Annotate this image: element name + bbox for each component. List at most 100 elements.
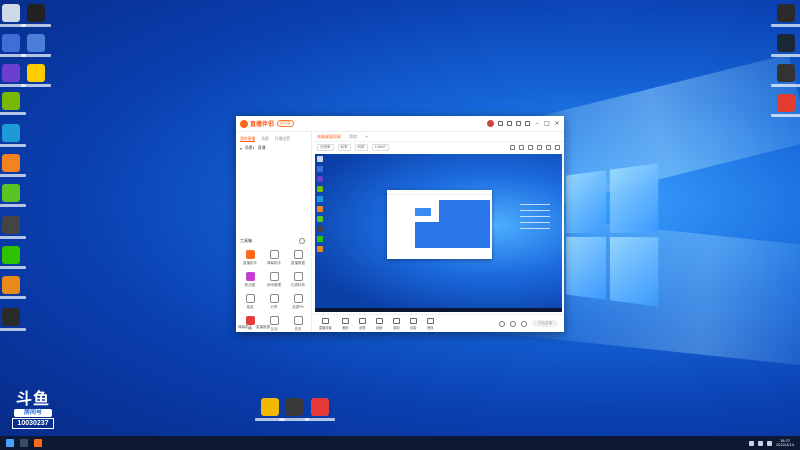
desktop-icon[interactable]: [279, 398, 309, 421]
volume-icon[interactable]: [758, 440, 764, 446]
tool-icon: [293, 272, 303, 281]
desktop-icon-label: [0, 112, 26, 115]
desktop-icon[interactable]: [0, 124, 26, 147]
toolbox-settings-icon[interactable]: [299, 238, 305, 244]
footer-right-link[interactable]: 直播数据: [256, 325, 270, 330]
sidebar-footer: 弹幕助手 直播数据: [238, 325, 270, 330]
volume-icon[interactable]: [499, 320, 505, 327]
windows-logo-wallpaper: [566, 163, 659, 307]
desktop-icon[interactable]: [0, 184, 26, 207]
desktop-icon[interactable]: [771, 34, 800, 57]
bottom-tool-icon: [392, 317, 400, 324]
desktop-icon[interactable]: [771, 64, 800, 87]
go-live-button[interactable]: 开始直播: [532, 320, 558, 327]
camera-icon[interactable]: [528, 144, 533, 150]
mic-icon[interactable]: [537, 144, 542, 150]
app-icon: [2, 64, 20, 82]
desktop-icon[interactable]: [21, 64, 51, 87]
tool-item[interactable]: 礼物特效: [286, 272, 310, 288]
start-icon[interactable]: [6, 439, 14, 447]
settings-icon[interactable]: [516, 121, 521, 126]
version-badge[interactable]: 官方版: [277, 120, 294, 127]
chat-icon[interactable]: [546, 144, 551, 150]
desktop-icon[interactable]: [771, 94, 800, 117]
share-icon[interactable]: [555, 144, 560, 150]
mic-toggle-icon[interactable]: [510, 320, 516, 327]
app-icon: [2, 276, 20, 294]
app-sidebar: 我的直播 场景 开播设置 ▾ 场景1 直播 工具箱 直播助手 弹幕助手 直播数据 粉丝…: [236, 132, 312, 332]
desktop-icon-label: [21, 54, 51, 57]
desktop-icon[interactable]: [21, 34, 51, 57]
stream-preview[interactable]: [315, 154, 562, 312]
info-chip[interactable]: 分辨率: [317, 143, 334, 151]
close-button[interactable]: ×: [554, 120, 560, 127]
footer-left-link[interactable]: 弹幕助手: [238, 325, 252, 330]
bottom-tool[interactable]: 音效: [426, 317, 434, 330]
info-chip[interactable]: 帧率: [337, 143, 351, 151]
network-icon[interactable]: [749, 440, 755, 446]
input-method-icon[interactable]: [767, 440, 773, 446]
tool-item[interactable]: 直播数据: [286, 250, 310, 266]
steam-icon[interactable]: [20, 439, 28, 447]
desktop-icon[interactable]: [305, 398, 335, 421]
bottom-tool[interactable]: 直播设置: [319, 317, 332, 330]
tool-item[interactable]: 抽奖: [238, 294, 262, 310]
tab-add[interactable]: 添加: [349, 134, 357, 140]
lock-icon[interactable]: [519, 144, 524, 150]
desktop-icon[interactable]: [0, 92, 26, 115]
bottom-tool[interactable]: 滤镜: [358, 317, 366, 330]
message-icon[interactable]: [507, 121, 512, 126]
bottom-tool[interactable]: 录制: [392, 317, 400, 330]
minimize-button[interactable]: –: [534, 120, 540, 127]
tool-item[interactable]: 粉丝团: [238, 272, 262, 288]
desktop-icon[interactable]: [0, 246, 26, 269]
bottom-tool-label: 直播设置: [319, 325, 332, 330]
date: 2022/4/14: [776, 443, 794, 447]
tab-my-live[interactable]: 我的直播: [240, 136, 256, 142]
tool-item[interactable]: 分享: [262, 294, 286, 310]
tool-item[interactable]: 直播助手: [238, 250, 262, 266]
bottom-tool[interactable]: 美颜: [341, 317, 349, 330]
tab-live-settings[interactable]: 开播设置: [275, 136, 290, 142]
scene-row[interactable]: ▾ 场景1 直播: [236, 142, 311, 154]
app-icon: [2, 216, 20, 234]
desktop-icon[interactable]: [0, 276, 26, 299]
tool-icon: [245, 316, 255, 325]
bottom-tool[interactable]: 连麦: [409, 317, 417, 330]
info-chip[interactable]: 1080P: [371, 143, 389, 151]
app-icon: [2, 308, 20, 326]
tab-scene[interactable]: 场景: [261, 136, 269, 142]
streaming-app-icon[interactable]: [34, 439, 42, 447]
app-icon: [27, 64, 45, 82]
menu-icon[interactable]: [525, 121, 530, 126]
desktop-icon[interactable]: [0, 154, 26, 177]
notification-icon[interactable]: [498, 121, 503, 126]
tool-item[interactable]: 连麦PK: [286, 294, 310, 310]
bottom-tool-icon: [426, 317, 434, 324]
maximize-button[interactable]: □: [544, 120, 550, 127]
preview-desktop-icon: [317, 246, 323, 252]
tab-desktop-capture[interactable]: 电脑桌面投屏: [317, 134, 341, 140]
avatar[interactable]: [487, 120, 494, 127]
preview-desktop-icon: [317, 176, 323, 182]
desktop-icon[interactable]: [21, 4, 51, 27]
desktop-icon[interactable]: [0, 216, 26, 239]
desktop-icon-label: [305, 418, 335, 421]
desktop-icon[interactable]: [771, 4, 800, 27]
tool-item[interactable]: 弹幕助手: [262, 250, 286, 266]
app-icon: [27, 34, 45, 52]
tool-icon: [269, 272, 279, 281]
desktop-icon[interactable]: [0, 308, 26, 331]
tool-label: 弹幕助手: [267, 261, 281, 265]
tool-item[interactable]: 任务: [286, 316, 310, 332]
clock[interactable]: 16:37 2022/4/14: [776, 439, 794, 447]
desktop-icon-label: [0, 328, 26, 331]
add-source-button[interactable]: +: [365, 134, 368, 139]
gear-icon[interactable]: [521, 320, 527, 327]
desktop-icon-label: [0, 174, 26, 177]
info-chip[interactable]: 码率: [354, 143, 368, 151]
layout-icon[interactable]: [510, 144, 515, 150]
bottom-tool[interactable]: 贴纸: [375, 317, 383, 330]
preview-desktop-icon: [317, 206, 323, 212]
tool-item[interactable]: 房间管理: [262, 272, 286, 288]
